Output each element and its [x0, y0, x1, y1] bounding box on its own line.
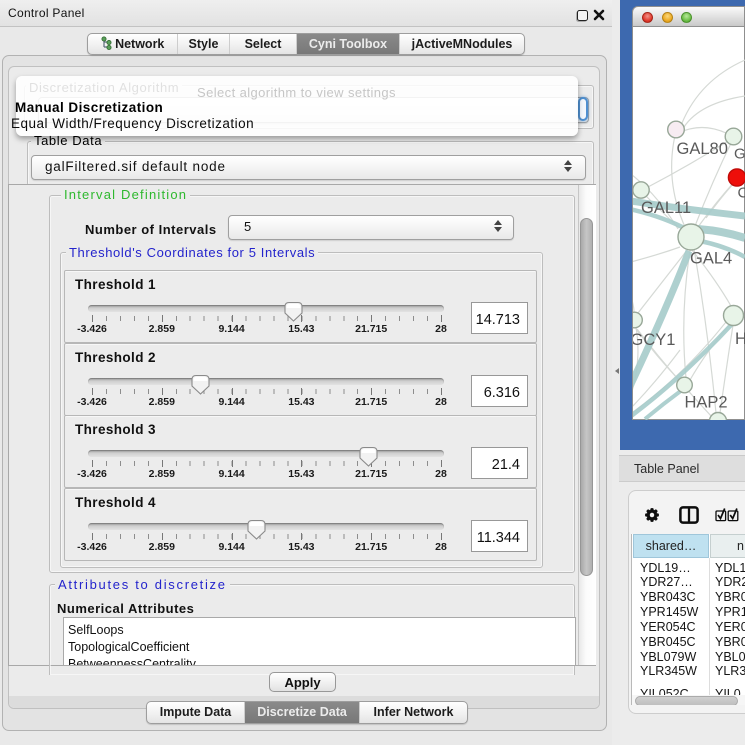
svg-text:C: C	[738, 185, 745, 202]
svg-text:H: H	[735, 330, 745, 348]
svg-text:GAL11: GAL11	[641, 199, 691, 217]
svg-text:GAL80: GAL80	[677, 140, 728, 158]
svg-text:GAL4: GAL4	[690, 250, 732, 268]
svg-text:HAP2: HAP2	[685, 394, 728, 412]
svg-text:GA: GA	[734, 146, 745, 163]
svg-text:GCY1: GCY1	[633, 331, 675, 349]
